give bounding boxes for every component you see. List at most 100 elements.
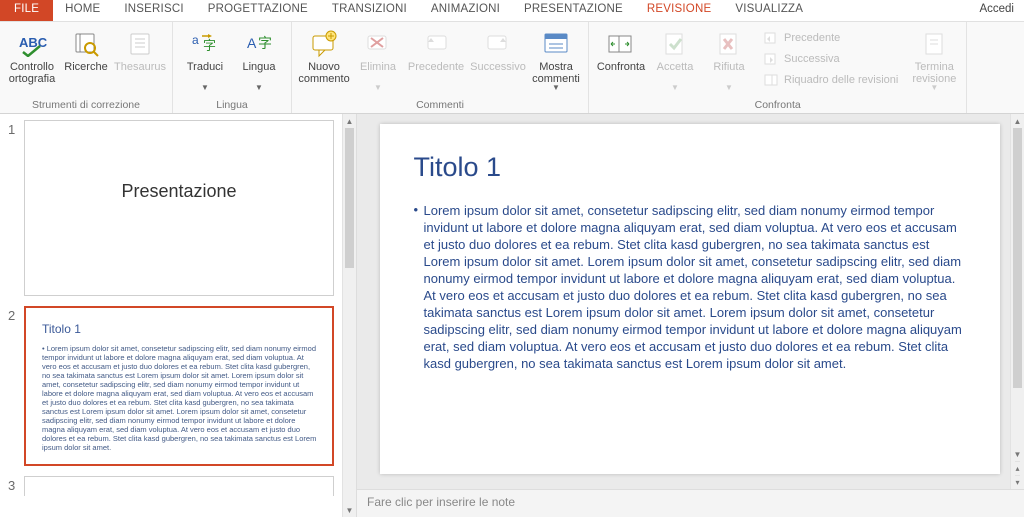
ribbon: ABC Controllo ortografia Ricerche Thesau… xyxy=(0,22,1024,114)
spellcheck-button[interactable]: ABC Controllo ortografia xyxy=(6,24,58,85)
thesaurus-label: Thesaurus xyxy=(114,61,166,85)
tab-progettazione[interactable]: PROGETTAZIONE xyxy=(196,0,320,21)
language-icon: A字 xyxy=(243,28,275,60)
thumbnail-slide-1[interactable]: Presentazione xyxy=(24,120,334,296)
compare-icon xyxy=(605,28,637,60)
group-compare-label: Confronta xyxy=(595,98,960,113)
reject-label: Rifiuta xyxy=(713,61,744,85)
tab-strip: FILE HOME INSERISCI PROGETTAZIONE TRANSI… xyxy=(0,0,1024,22)
thumb-body: • Lorem ipsum dolor sit amet, consetetur… xyxy=(42,344,318,452)
prev-change-button[interactable]: Precedente xyxy=(759,28,902,48)
chevron-down-icon: ▼ xyxy=(930,85,938,91)
delete-comment-icon xyxy=(362,28,394,60)
slide-canvas[interactable]: Titolo 1 • Lorem ipsum dolor sit amet, c… xyxy=(357,114,1024,489)
spellcheck-icon: ABC xyxy=(16,28,48,60)
svg-text:a: a xyxy=(192,33,199,47)
prev-comment-button[interactable]: Precedente xyxy=(406,24,466,85)
sign-in-link[interactable]: Accedi xyxy=(979,0,1024,21)
revisions-pane-icon xyxy=(763,72,779,88)
revisions-pane-button[interactable]: Riquadro delle revisioni xyxy=(759,70,902,90)
prev-comment-icon xyxy=(420,28,452,60)
chevron-down-icon: ▼ xyxy=(725,85,733,91)
research-icon xyxy=(70,28,102,60)
thumbnail-slide-3[interactable] xyxy=(24,476,334,496)
group-language-label: Lingua xyxy=(179,98,285,113)
thumbs-scrollbar[interactable]: ▲ ▼ xyxy=(342,114,356,517)
next-comment-label: Successivo xyxy=(470,61,526,85)
scroll-track[interactable] xyxy=(343,128,356,503)
reject-button[interactable]: Rifiuta ▼ xyxy=(703,24,755,91)
tab-visualizza[interactable]: VISUALIZZA xyxy=(723,0,815,21)
translate-label: Traduci xyxy=(187,61,223,85)
svg-text:ABC: ABC xyxy=(19,35,47,50)
scroll-track[interactable] xyxy=(1011,128,1024,447)
slide-body-text[interactable]: Lorem ipsum dolor sit amet, consetetur s… xyxy=(424,202,970,372)
tab-animazioni[interactable]: ANIMAZIONI xyxy=(419,0,512,21)
delete-comment-button[interactable]: Elimina ▼ xyxy=(352,24,404,91)
tab-home[interactable]: HOME xyxy=(53,0,112,21)
new-comment-button[interactable]: Nuovo commento xyxy=(298,24,350,85)
show-comments-label: Mostra commenti xyxy=(532,61,580,85)
research-button[interactable]: Ricerche xyxy=(60,24,112,85)
scroll-thumb[interactable] xyxy=(1013,128,1022,388)
compare-label: Confronta xyxy=(597,61,645,85)
tab-inserisci[interactable]: INSERISCI xyxy=(112,0,195,21)
accept-label: Accetta xyxy=(657,61,694,85)
compare-button[interactable]: Confronta xyxy=(595,24,647,85)
prev-change-label: Precedente xyxy=(784,32,840,44)
prev-comment-label: Precedente xyxy=(408,61,464,85)
main-area: 1 Presentazione 2 Titolo 1 • Lorem ipsum… xyxy=(0,114,1024,517)
translate-icon: a字 xyxy=(189,28,221,60)
scroll-up-icon[interactable]: ▲ xyxy=(343,114,356,128)
language-label: Lingua xyxy=(242,61,275,85)
slide[interactable]: Titolo 1 • Lorem ipsum dolor sit amet, c… xyxy=(380,124,1000,474)
tab-presentazione[interactable]: PRESENTAZIONE xyxy=(512,0,635,21)
thumb-number: 2 xyxy=(8,306,24,323)
scroll-up-icon[interactable]: ▲ xyxy=(1011,114,1024,128)
chevron-down-icon: ▼ xyxy=(374,85,382,91)
chevron-down-icon: ▼ xyxy=(671,85,679,91)
slide-title[interactable]: Titolo 1 xyxy=(414,152,502,183)
tab-revisione[interactable]: REVISIONE xyxy=(635,0,723,21)
editor-pane: Titolo 1 • Lorem ipsum dolor sit amet, c… xyxy=(357,114,1024,517)
group-comments-label: Commenti xyxy=(298,98,582,113)
chevron-down-icon: ▼ xyxy=(552,85,560,91)
next-change-button[interactable]: Successiva xyxy=(759,49,902,69)
scroll-thumb[interactable] xyxy=(345,128,354,268)
group-language: a字 Traduci ▼ A字 Lingua ▼ Lingua xyxy=(173,22,292,113)
end-review-button[interactable]: Termina revisione ▼ xyxy=(908,24,960,91)
show-comments-button[interactable]: Mostra commenti ▼ xyxy=(530,24,582,91)
compare-side-list: Precedente Successiva Riquadro delle rev… xyxy=(757,24,906,90)
bullet-icon: • xyxy=(414,202,419,217)
thumb-row-1: 1 Presentazione xyxy=(8,120,334,296)
thumbnail-slide-2[interactable]: Titolo 1 • Lorem ipsum dolor sit amet, c… xyxy=(24,306,334,466)
thumb-row-3: 3 xyxy=(8,476,334,496)
thesaurus-icon xyxy=(124,28,156,60)
tab-file[interactable]: FILE xyxy=(0,0,53,21)
thumbnails-pane: 1 Presentazione 2 Titolo 1 • Lorem ipsum… xyxy=(0,114,357,517)
scroll-down-icon[interactable]: ▼ xyxy=(343,503,356,517)
svg-text:字: 字 xyxy=(258,35,272,51)
group-comments: Nuovo commento Elimina ▼ Precedente Suc xyxy=(292,22,589,113)
next-comment-button[interactable]: Successivo xyxy=(468,24,528,85)
tab-transizioni[interactable]: TRANSIZIONI xyxy=(320,0,419,21)
editor-scrollbar[interactable]: ▲ ▼ ▴ ▾ xyxy=(1010,114,1024,489)
group-compare: Confronta Accetta ▼ Rifiuta ▼ Preceden xyxy=(589,22,967,113)
translate-button[interactable]: a字 Traduci ▼ xyxy=(179,24,231,91)
language-button[interactable]: A字 Lingua ▼ xyxy=(233,24,285,91)
group-proofing: ABC Controllo ortografia Ricerche Thesau… xyxy=(0,22,173,113)
accept-button[interactable]: Accetta ▼ xyxy=(649,24,701,91)
next-comment-icon xyxy=(482,28,514,60)
notes-pane[interactable]: Fare clic per inserire le note xyxy=(357,489,1024,517)
revisions-pane-label: Riquadro delle revisioni xyxy=(784,74,898,86)
prev-slide-icon[interactable]: ▴ xyxy=(1015,461,1019,475)
scroll-down-icon[interactable]: ▼ xyxy=(1011,447,1024,461)
thumb-number: 1 xyxy=(8,120,24,137)
new-comment-label: Nuovo commento xyxy=(298,61,349,85)
thesaurus-button[interactable]: Thesaurus xyxy=(114,24,166,85)
next-slide-icon[interactable]: ▾ xyxy=(1015,475,1019,489)
svg-text:A: A xyxy=(247,35,257,51)
show-comments-icon xyxy=(540,28,572,60)
thumb-number: 3 xyxy=(8,476,24,493)
svg-text:字: 字 xyxy=(203,38,216,53)
